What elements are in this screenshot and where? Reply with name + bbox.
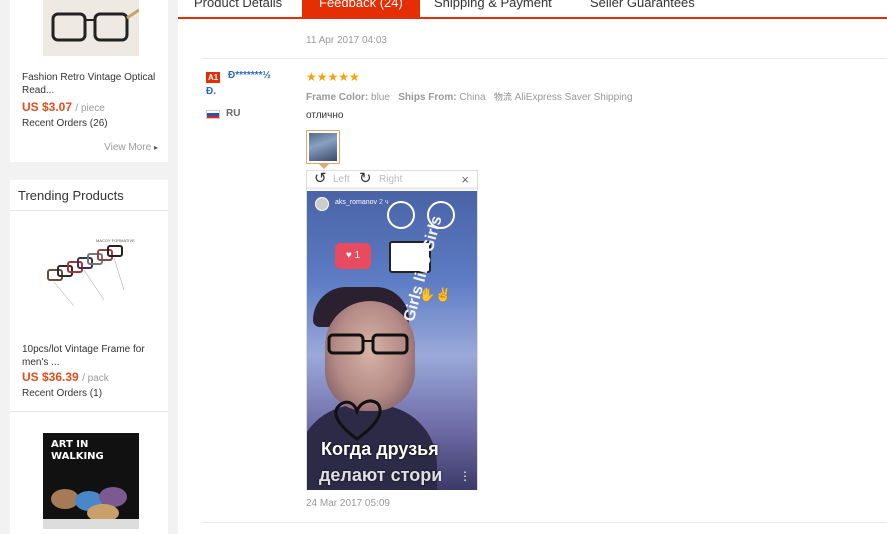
divider [202,58,887,59]
rotate-right-icon[interactable]: ↻ [359,171,372,187]
like-sticker: ♥ 1 [335,243,371,269]
heart-icon: ♥ [345,250,352,261]
chevron-right-icon: ▸ [153,143,158,152]
recent-orders: Recent Orders (1) [22,388,103,399]
buyer-name-initial: Đ. [206,86,216,97]
buyer-level-badge: A1 [206,72,221,83]
recommended-card: Fashion Retro Vintage Optical Read... US… [10,0,168,162]
tab-shipping-payment[interactable]: Shipping & Payment [434,0,552,18]
image-caption: ART IN WALKING [51,439,104,462]
story-caption-line1: Когда друзья [321,439,439,459]
drawn-heart-icon [334,399,382,441]
price-value: US $36.39 [22,370,79,384]
photo-viewer: ↺ Left ↻ Right × aks_romanov 2 ч ♥ 1 ✋✌ … [306,170,478,490]
price-unit: / pack [82,373,109,384]
story-avatar [315,197,329,211]
order-attributes: Frame Color: blue Ships From: China 物流 A… [306,90,633,103]
main-panel: Product Details Feedback (24) Shipping &… [178,0,887,534]
product-tabs: Product Details Feedback (24) Shipping &… [178,0,887,19]
price-value: US $3.07 [22,100,73,114]
feedback-date: 24 Mar 2017 05:09 [306,498,390,509]
shipping-method: AliExpress Saver Shipping [514,92,633,103]
trending-title: Trending Products [10,180,168,211]
product-image-sunglasses[interactable]: ART IN WALKING [43,433,139,529]
more-options-icon[interactable]: ⋮ [459,469,471,483]
feedback-date: 11 Apr 2017 04:03 [306,35,387,46]
caret-down-icon [319,164,329,169]
viewer-progress-bar [307,187,477,190]
product-image-glasses[interactable] [43,0,140,56]
price-unit: / piece [75,103,105,114]
glasses-on-face [327,333,409,355]
like-count: 1 [354,250,361,261]
view-more-link[interactable]: View More ▸ [104,142,158,153]
feedback-photo: aks_romanov 2 ч ♥ 1 ✋✌ Girls like Girls … [307,191,477,490]
tab-seller-guarantees[interactable]: Seller Guarantees [590,0,695,18]
divider [10,411,168,412]
product-price: US $36.39 / pack [22,370,109,384]
feedback-comment: отлично [306,110,344,121]
rotate-left-icon[interactable]: ↺ [314,171,327,187]
rating-stars: ★★★★★ [306,70,360,84]
svg-text:MACOY FORMATIVE: MACOY FORMATIVE [96,238,135,243]
frame-color-label: Frame Color: [306,92,369,103]
buyer-name: Đ*******½ [228,70,271,81]
recent-orders: Recent Orders (26) [22,118,108,129]
divider [202,522,887,523]
frame-color-value: blue [371,92,390,103]
product-name[interactable]: Fashion Retro Vintage Optical Read... [22,71,162,97]
view-more-label: View More [104,142,152,153]
close-icon[interactable]: × [461,172,469,187]
rotate-left-label[interactable]: Left [333,174,350,185]
viewer-toolbar: ↺ Left ↻ Right × [307,171,477,188]
logistics-icon: 物流 [493,92,512,102]
trending-products-card: Trending Products MACOY FORMATIVE 10pcs/… [10,180,168,534]
product-price: US $3.07 / piece [22,100,105,114]
rotate-right-label[interactable]: Right [379,174,402,185]
ships-from-label: Ships From: [398,92,457,103]
sticker-ring-icon [387,201,415,229]
product-name[interactable]: 10pcs/lot Vintage Frame for men's ... [22,343,162,369]
story-caption-line2: делают стори [319,465,443,485]
buyer-country: RU [226,108,241,119]
product-image-frames[interactable]: MACOY FORMATIVE [44,230,140,318]
ships-from-value: China [459,92,486,103]
story-user: aks_romanov 2 ч [335,199,389,206]
tab-feedback[interactable]: Feedback (24) [302,0,420,18]
feedback-photo-thumbnail[interactable] [306,130,340,164]
tab-product-details[interactable]: Product Details [194,0,282,18]
country-flag-icon [206,110,220,119]
